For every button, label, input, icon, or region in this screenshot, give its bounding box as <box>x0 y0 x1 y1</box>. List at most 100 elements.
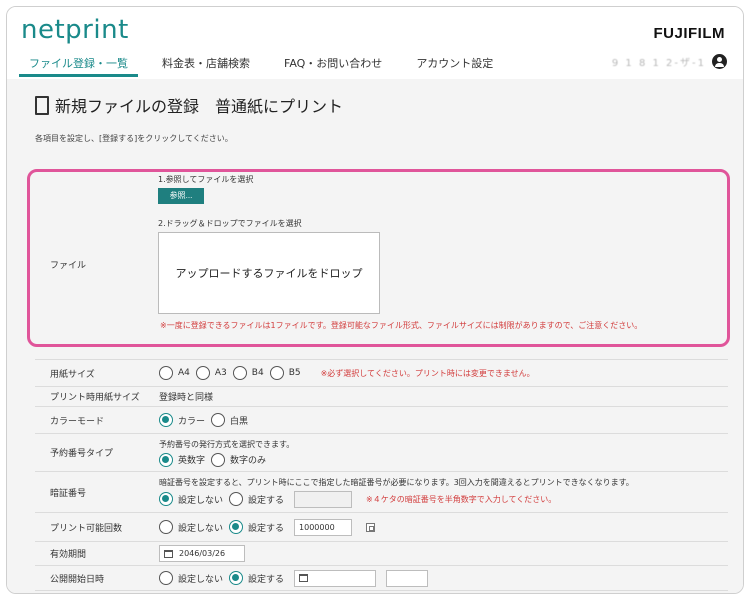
radio-b5[interactable]: B5 <box>269 366 301 380</box>
netprint-logo[interactable]: netprint <box>21 15 129 45</box>
radio-circle-selected[interactable] <box>229 520 244 534</box>
radio-label-b4: B4 <box>251 368 264 378</box>
paper-size-options: A4 A3 B4 B5 <box>159 366 307 380</box>
color-mode-body: カラー 白黒 <box>159 407 728 433</box>
file-section: ファイル 1.参照してファイルを選択 参照... 2.ドラッグ＆ドロップでファイ… <box>27 169 730 347</box>
radio-publish-on[interactable]: 設定する <box>229 571 284 585</box>
file-label: ファイル <box>50 261 87 271</box>
paper-size-label: 用紙サイズ <box>50 369 95 380</box>
radio-pin-on[interactable]: 設定する <box>229 492 284 506</box>
user-icon[interactable] <box>712 54 727 69</box>
row-expiry: 有効期間 2046/03/26 <box>35 541 728 565</box>
pin-body: 暗証番号を設定すると、プリント時にここで指定した暗証番号が必要になります。3回入… <box>159 472 728 512</box>
radio-label-publish-off: 設定しない <box>178 574 224 585</box>
radio-mono[interactable]: 白黒 <box>211 413 248 427</box>
row-pin: 暗証番号 暗証番号を設定すると、プリント時にここで指定した暗証番号が必要になりま… <box>35 471 728 512</box>
step2-text: 2.ドラッグ＆ドロップでファイルを選択 <box>158 219 302 228</box>
radio-circle[interactable] <box>195 366 210 380</box>
radio-label-pin-off: 設定しない <box>178 495 224 506</box>
reservation-type-body: 予約番号の発行方式を選択できます。 英数字 数字のみ <box>159 434 728 471</box>
radio-circle[interactable] <box>229 492 244 506</box>
document-icon <box>35 95 49 115</box>
radio-circle[interactable] <box>159 520 173 534</box>
radio-color[interactable]: カラー <box>159 413 205 427</box>
radio-circle-selected[interactable] <box>159 492 173 506</box>
radio-count-on[interactable]: 設定する <box>229 520 284 534</box>
radio-label-b5: B5 <box>288 368 301 378</box>
print-paper-size-value: 登録時と同様 <box>159 393 214 403</box>
radio-numeric-only[interactable]: 数字のみ <box>211 452 266 467</box>
fujifilm-logo: FUJIFILM <box>653 25 725 42</box>
browse-button[interactable]: 参照... <box>158 188 204 204</box>
radio-circle[interactable] <box>232 366 247 380</box>
radio-alphanumeric[interactable]: 英数字 <box>159 452 206 467</box>
row-print-paper-size: プリント時用紙サイズ 登録時と同様 <box>35 386 728 406</box>
row-publish-start: 公開開始日時 設定しない 設定する <box>35 565 728 591</box>
drop-zone-text: アップロードするファイルをドロップ <box>175 267 363 280</box>
radio-b4[interactable]: B4 <box>232 366 264 380</box>
print-paper-size-body: 登録時と同様 <box>159 387 728 406</box>
radio-a4[interactable]: A4 <box>159 366 190 380</box>
nav-item-account[interactable]: アカウント設定 <box>406 51 503 77</box>
user-menu[interactable]: 9 1 8 1 2-ザ-1 <box>612 54 727 69</box>
settings-form: 用紙サイズ A4 A3 B4 B5 ※必ず選択してください。プリント時には変更で… <box>35 359 728 591</box>
print-paper-size-label: プリント時用紙サイズ <box>50 393 140 403</box>
nav-item-file-list[interactable]: ファイル登録・一覧 <box>19 51 138 77</box>
expiry-label: 有効期間 <box>50 550 87 560</box>
print-count-options: 設定しない 設定する 1000000 <box>159 518 376 536</box>
expiry-body: 2046/03/26 <box>159 542 728 565</box>
pin-label: 暗証番号 <box>50 488 87 499</box>
radio-label-mono: 白黒 <box>230 416 249 427</box>
radio-label-a3: A3 <box>214 368 227 378</box>
calendar-icon <box>299 574 309 582</box>
radio-publish-off[interactable]: 設定しない <box>159 571 223 585</box>
publish-start-body: 設定しない 設定する <box>159 566 728 590</box>
radio-count-off[interactable]: 設定しない <box>159 520 223 534</box>
calendar-icon <box>164 549 173 558</box>
radio-label-count-off: 設定しない <box>178 523 224 534</box>
app-window: netprint FUJIFILM ファイル登録・一覧 料金表・店舗検索 FAQ… <box>6 6 744 594</box>
radio-label-color: カラー <box>178 416 206 427</box>
step1-text: 1.参照してファイルを選択 <box>158 175 254 184</box>
reservation-type-hint: 予約番号の発行方式を選択できます。 <box>159 439 295 449</box>
row-paper-size: 用紙サイズ A4 A3 B4 B5 ※必ず選択してください。プリント時には変更で… <box>35 359 728 386</box>
pin-hint: 暗証番号を設定すると、プリント時にここで指定した暗証番号が必要になります。3回入… <box>159 477 634 487</box>
reservation-type-options: 英数字 数字のみ <box>159 452 272 467</box>
paper-size-warning: ※必ず選択してください。プリント時には変更できません。 <box>320 368 535 378</box>
expiry-date-field[interactable]: 2046/03/26 <box>159 545 245 562</box>
pin-warning: ※４ケタの暗証番号を半角数字で入力してください。 <box>366 494 557 504</box>
pin-input[interactable] <box>294 490 353 508</box>
radio-circle[interactable] <box>159 366 173 380</box>
radio-circle[interactable] <box>211 452 226 467</box>
radio-circle-selected[interactable] <box>159 452 173 467</box>
radio-a3[interactable]: A3 <box>195 366 227 380</box>
radio-pin-off[interactable]: 設定しない <box>159 492 223 506</box>
radio-circle[interactable] <box>269 366 284 380</box>
radio-circle[interactable] <box>159 571 173 585</box>
row-reservation-type: 予約番号タイプ 予約番号の発行方式を選択できます。 英数字 数字のみ <box>35 433 728 471</box>
radio-label-pin-on: 設定する <box>248 495 285 506</box>
publish-start-label: 公開開始日時 <box>50 574 105 585</box>
file-drop-zone[interactable]: アップロードするファイルをドロップ <box>158 232 380 314</box>
paper-size-body: A4 A3 B4 B5 ※必ず選択してください。プリント時には変更できません。 <box>159 360 728 386</box>
row-print-count: プリント可能回数 設定しない 設定する 1000000 <box>35 512 728 541</box>
nav-item-price-store[interactable]: 料金表・店舗検索 <box>152 51 260 77</box>
radio-circle[interactable] <box>211 413 226 427</box>
print-count-input[interactable]: 1000000 <box>294 518 353 536</box>
counter-icon[interactable] <box>366 522 376 532</box>
page-instruction: 各項目を設定し、[登録する]をクリックしてください。 <box>35 134 233 143</box>
reservation-type-label: 予約番号タイプ <box>50 449 114 459</box>
publish-date-field[interactable] <box>294 569 377 587</box>
radio-label-alphanumeric: 英数字 <box>178 456 206 466</box>
expiry-date-value: 2046/03/26 <box>179 549 226 558</box>
color-mode-label: カラーモード <box>50 416 105 427</box>
nav-item-faq[interactable]: FAQ・お問い合わせ <box>274 51 392 77</box>
file-note: ※一度に登録できるファイルは1ファイルです。登録可能なファイル形式、ファイルサイ… <box>160 321 643 330</box>
radio-label-publish-on: 設定する <box>248 574 285 585</box>
radio-circle-selected[interactable] <box>159 413 173 427</box>
radio-circle-selected[interactable] <box>229 571 244 585</box>
publish-time-field[interactable] <box>386 569 429 587</box>
main-nav: ファイル登録・一覧 料金表・店舗検索 FAQ・お問い合わせ アカウント設定 <box>19 51 517 77</box>
pin-options: 設定しない 設定する ※４ケタの暗証番号を半角数字で入力してください。 <box>159 490 557 508</box>
top-bar: netprint FUJIFILM ファイル登録・一覧 料金表・店舗検索 FAQ… <box>7 7 743 79</box>
